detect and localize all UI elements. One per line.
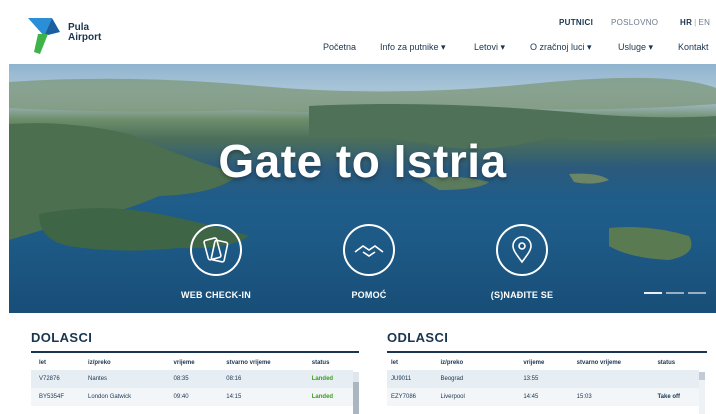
actual-time (576, 370, 658, 388)
slide-dot-2[interactable] (666, 292, 684, 294)
nav-kontakt[interactable]: Kontakt (678, 42, 709, 52)
flight-status: Take off (657, 388, 699, 406)
flight-number: V72876 (31, 370, 89, 388)
lang-hr-link[interactable]: HR (680, 18, 692, 27)
arrivals-table: let iz/preko vrijeme stvarno vrijeme sta… (31, 357, 353, 406)
flight-status: Landed (311, 388, 353, 406)
nav-letovi[interactable]: Letovi ▾ (474, 42, 505, 53)
table-row: BY5354F London Gatwick 09:40 14:15 Lande… (31, 388, 353, 406)
table-row: EZY7086 Liverpool 14:45 15:03 Take off (387, 388, 699, 406)
arrivals-title: DOLASCI (31, 330, 93, 345)
flight-status: Landed (311, 370, 353, 388)
actual-time: 15:03 (576, 388, 658, 406)
slider-indicators (640, 281, 706, 299)
nav-info-za-putnike[interactable]: Info za putnike ▾ (380, 42, 446, 53)
arrivals-scrollbar[interactable] (353, 372, 359, 414)
departures-table: let iz/preko vrijeme stvarno vrijeme sta… (387, 357, 699, 406)
table-header: let iz/preko vrijeme stvarno vrijeme sta… (387, 357, 699, 370)
top-edge (0, 0, 716, 4)
flight-destination: Liverpool (440, 388, 524, 406)
find-us-label: (S)NAĐITE SE (490, 290, 554, 300)
departures-scrollbar[interactable] (699, 372, 705, 414)
flight-origin: London Gatwick (88, 388, 174, 406)
flight-number: BY5354F (31, 388, 89, 406)
location-pin-icon (496, 224, 548, 276)
slide-dot-1[interactable] (644, 292, 662, 294)
boarding-pass-icon (190, 224, 242, 276)
col-stvarno-vrijeme: stvarno vrijeme (576, 360, 622, 366)
col-vrijeme: vrijeme (523, 360, 545, 366)
scrollbar-thumb[interactable] (353, 382, 359, 414)
nav-usluge[interactable]: Usluge ▾ (618, 42, 653, 53)
handshake-icon (343, 224, 395, 276)
flight-origin: Nantes (88, 370, 174, 388)
slide-dot-3[interactable] (688, 292, 706, 294)
arrivals-divider (31, 351, 359, 353)
hero-headline: Gate to Istria (218, 135, 507, 187)
flight-number: EZY7086 (387, 388, 441, 406)
table-row: JU9011 Beograd 13:55 (387, 370, 699, 388)
col-status: status (657, 360, 676, 366)
lang-separator: | (694, 18, 697, 27)
web-check-in-button[interactable]: WEB CHECK-IN (161, 224, 271, 300)
scrollbar-thumb[interactable] (699, 372, 705, 380)
scheduled-time: 09:40 (173, 388, 227, 406)
col-stvarno-vrijeme: stvarno vrijeme (226, 360, 271, 366)
scheduled-time: 08:35 (173, 370, 227, 388)
nav-poslovno-link[interactable]: POSLOVNO (611, 18, 658, 27)
col-let: let (39, 360, 47, 366)
col-vrijeme: vrijeme (173, 360, 195, 366)
table-row: V72876 Nantes 08:35 08:16 Landed (31, 370, 353, 388)
col-status: status (311, 360, 330, 366)
col-iz-preko: iz/preko (88, 360, 111, 366)
logo-mark-icon (28, 18, 60, 54)
flight-destination: Beograd (440, 370, 524, 388)
brand-name: Pula Airport (68, 22, 102, 43)
help-button[interactable]: POMOĆ (314, 224, 424, 300)
language-switcher: HR | EN (680, 18, 710, 27)
departures-title: ODLASCI (387, 330, 449, 345)
table-header: let iz/preko vrijeme stvarno vrijeme sta… (31, 357, 353, 370)
web-check-in-label: WEB CHECK-IN (181, 290, 251, 300)
flight-status (657, 370, 699, 388)
find-us-button[interactable]: (S)NAĐITE SE (467, 224, 577, 300)
help-label: POMOĆ (351, 290, 387, 300)
scheduled-time: 13:55 (523, 370, 577, 388)
lang-en-link[interactable]: EN (699, 18, 711, 27)
departures-board: ODLASCI let iz/preko vrijeme stvarno vri… (387, 330, 707, 414)
nav-o-zracnoj-luci[interactable]: O zračnoj luci ▾ (530, 42, 592, 53)
col-iz-preko: iz/preko (440, 360, 464, 366)
nav-pocetna[interactable]: Početna (323, 42, 356, 52)
hero-banner: Gate to Istria WEB CHECK-IN POMOĆ (S)NAĐ… (9, 64, 716, 313)
scheduled-time: 14:45 (523, 388, 577, 406)
flight-number: JU9011 (387, 370, 441, 388)
actual-time: 08:16 (226, 370, 312, 388)
arrivals-board: DOLASCI let iz/preko vrijeme stvarno vri… (31, 330, 359, 414)
col-let: let (391, 360, 399, 366)
departures-divider (387, 351, 707, 353)
actual-time: 14:15 (226, 388, 312, 406)
nav-putnici-link[interactable]: PUTNICI (559, 18, 593, 27)
